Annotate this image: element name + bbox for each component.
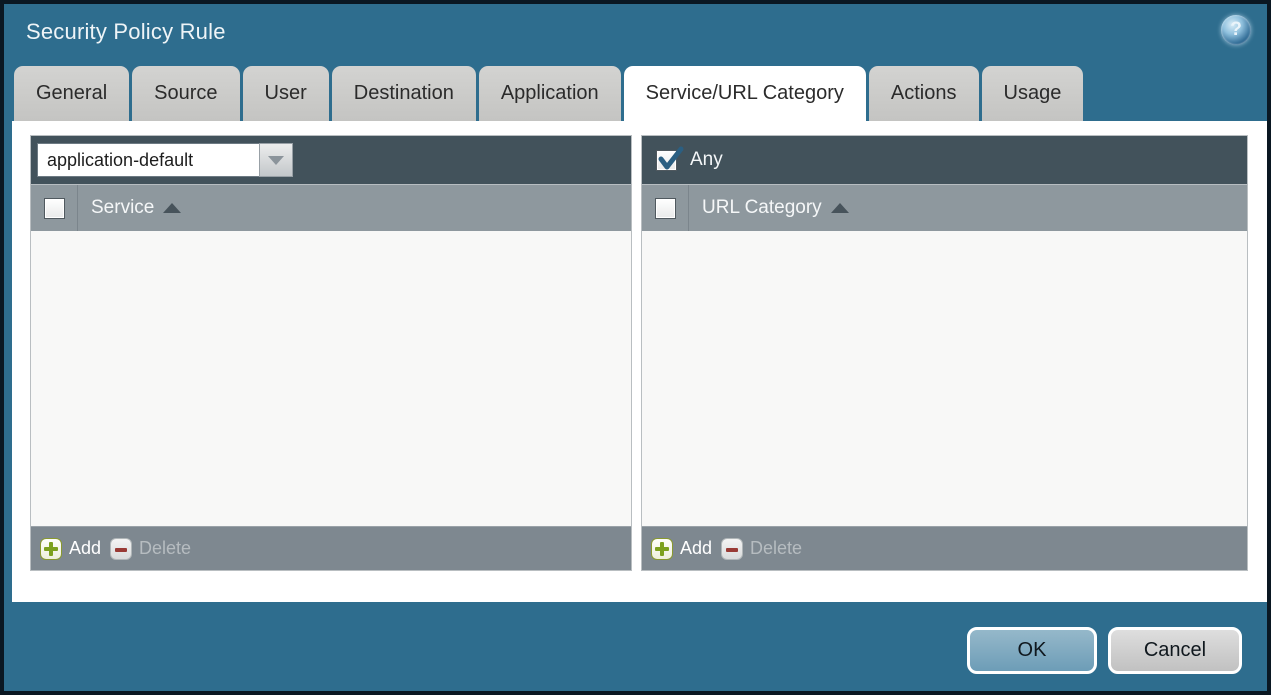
service-panel-header: application-default <box>31 136 631 184</box>
url-category-delete-button[interactable]: Delete <box>721 537 803 560</box>
any-label: Any <box>690 149 723 170</box>
tab-actions[interactable]: Actions <box>868 66 979 121</box>
title-bar: Security Policy Rule ? <box>4 4 1267 66</box>
service-column-label[interactable]: Service <box>91 197 154 219</box>
url-category-select-all-cell <box>642 185 689 231</box>
tab-general[interactable]: General <box>14 66 130 121</box>
tab-destination-label: Destination <box>353 82 454 104</box>
service-add-button[interactable]: Add <box>40 537 102 560</box>
sort-ascending-icon <box>830 203 849 213</box>
url-category-panel: Any URL Category Add Delete <box>641 135 1248 571</box>
tab-user-label: User <box>264 82 307 104</box>
service-panel-footer: Add Delete <box>31 526 631 570</box>
url-category-panel-header: Any <box>642 136 1247 184</box>
tab-bar: General Source User Destination Applicat… <box>14 66 1257 121</box>
delete-minus-icon <box>721 537 744 560</box>
service-select-all-checkbox[interactable] <box>43 197 65 219</box>
tab-source[interactable]: Source <box>132 66 240 121</box>
url-category-list[interactable] <box>642 231 1247 526</box>
security-policy-rule-dialog: Security Policy Rule ? General Source Us… <box>0 0 1271 695</box>
add-plus-icon <box>651 537 673 560</box>
url-category-column-header: URL Category <box>642 184 1247 231</box>
chevron-down-icon <box>268 155 284 165</box>
service-type-dropdown-value[interactable]: application-default <box>37 143 259 177</box>
cancel-button[interactable]: Cancel <box>1108 627 1242 674</box>
any-checkbox[interactable] <box>656 146 684 171</box>
tab-general-label: General <box>36 82 108 104</box>
tab-service-url-category-label: Service/URL Category <box>645 82 844 104</box>
tab-actions-label: Actions <box>890 82 957 104</box>
service-delete-button[interactable]: Delete <box>110 537 192 560</box>
service-add-label: Add <box>69 538 102 558</box>
tab-application-label: Application <box>500 82 599 104</box>
tab-usage-label: Usage <box>1003 82 1062 104</box>
checkmark-icon <box>658 146 684 169</box>
service-delete-label: Delete <box>139 538 192 558</box>
any-row: Any <box>656 146 723 171</box>
service-type-dropdown-button[interactable] <box>259 143 293 177</box>
add-plus-icon <box>40 537 62 560</box>
service-panel: application-default Service Add Delete <box>30 135 632 571</box>
service-type-dropdown[interactable]: application-default <box>37 143 293 177</box>
url-category-panel-footer: Add Delete <box>642 526 1247 570</box>
dialog-title: Security Policy Rule <box>26 19 226 44</box>
tab-source-label: Source <box>154 82 218 104</box>
service-column-header: Service <box>31 184 631 231</box>
sort-ascending-icon <box>163 203 182 213</box>
ok-button[interactable]: OK <box>967 627 1097 674</box>
tab-service-url-category[interactable]: Service/URL Category <box>623 66 866 121</box>
url-category-column-label[interactable]: URL Category <box>702 197 822 219</box>
delete-minus-icon <box>110 537 133 560</box>
url-category-delete-label: Delete <box>750 538 803 558</box>
tab-user[interactable]: User <box>242 66 329 121</box>
tab-application[interactable]: Application <box>478 66 621 121</box>
tab-destination[interactable]: Destination <box>331 66 476 121</box>
url-category-add-label: Add <box>680 538 713 558</box>
service-url-category-tab-content: application-default Service Add Delete A… <box>12 121 1267 602</box>
help-icon-glyph: ? <box>1230 19 1242 40</box>
service-list[interactable] <box>31 231 631 526</box>
service-select-all-cell <box>31 185 78 231</box>
url-category-select-all-checkbox[interactable] <box>654 197 676 219</box>
tab-usage[interactable]: Usage <box>981 66 1084 121</box>
url-category-add-button[interactable]: Add <box>651 537 713 560</box>
help-icon[interactable]: ? <box>1221 15 1251 45</box>
